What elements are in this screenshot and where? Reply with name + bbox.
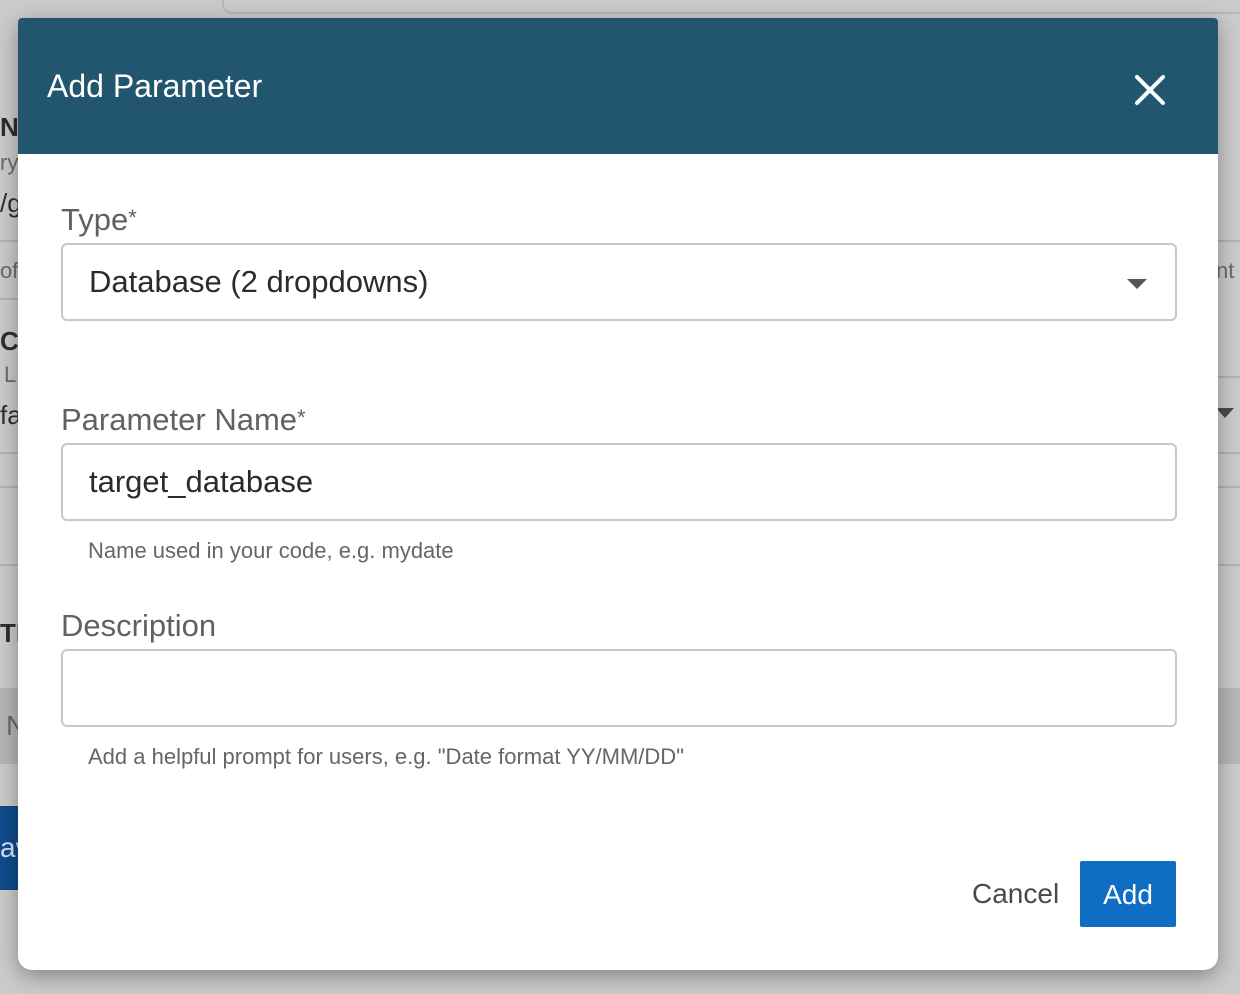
background-divider bbox=[0, 564, 20, 566]
add-parameter-dialog: Add Parameter Type* Database (2 dropdown… bbox=[18, 18, 1218, 970]
background-divider bbox=[1218, 486, 1240, 488]
parameter-name-input[interactable]: target_database bbox=[61, 443, 1177, 521]
background-divider bbox=[0, 240, 20, 242]
background-topbar bbox=[222, 0, 1240, 14]
background-divider bbox=[1218, 240, 1240, 242]
background-divider bbox=[1218, 452, 1240, 454]
required-mark: * bbox=[297, 405, 306, 430]
close-button[interactable] bbox=[1124, 64, 1176, 116]
dialog-title: Add Parameter bbox=[47, 68, 263, 104]
parameter-name-helper: Name used in your code, e.g. mydate bbox=[88, 538, 454, 563]
type-select[interactable]: Database (2 dropdowns) bbox=[61, 243, 1177, 321]
caret-down-icon bbox=[1127, 279, 1147, 289]
close-icon bbox=[1135, 75, 1165, 105]
background-divider bbox=[0, 486, 20, 488]
type-label-text: Type bbox=[61, 202, 129, 237]
cancel-button[interactable]: Cancel bbox=[960, 864, 1071, 924]
description-input[interactable] bbox=[61, 649, 1177, 727]
dialog-header: Add Parameter bbox=[18, 18, 1218, 154]
background-divider bbox=[0, 452, 20, 454]
parameter-name-label-text: Parameter Name bbox=[61, 402, 298, 437]
required-mark: * bbox=[128, 205, 137, 230]
background-divider bbox=[0, 298, 20, 300]
parameter-name-value: target_database bbox=[89, 464, 314, 499]
background-text-fragment: nt bbox=[1216, 258, 1235, 283]
add-button[interactable]: Add bbox=[1080, 861, 1176, 927]
background-text-fragment: L bbox=[4, 362, 17, 387]
type-label: Type* bbox=[61, 200, 137, 240]
description-label: Description bbox=[61, 608, 217, 643]
background-table-header bbox=[1218, 688, 1240, 764]
background-text-fragment: ry bbox=[0, 150, 19, 175]
parameter-name-label: Parameter Name* bbox=[61, 400, 306, 440]
type-select-value: Database (2 dropdowns) bbox=[89, 264, 429, 299]
background-text-fragment: of bbox=[0, 258, 19, 283]
background-divider bbox=[1218, 376, 1240, 378]
background-text-fragment: N bbox=[0, 112, 19, 142]
description-helper: Add a helpful prompt for users, e.g. "Da… bbox=[88, 744, 685, 769]
background-caret-icon bbox=[1216, 408, 1234, 418]
background-divider bbox=[1218, 564, 1240, 566]
